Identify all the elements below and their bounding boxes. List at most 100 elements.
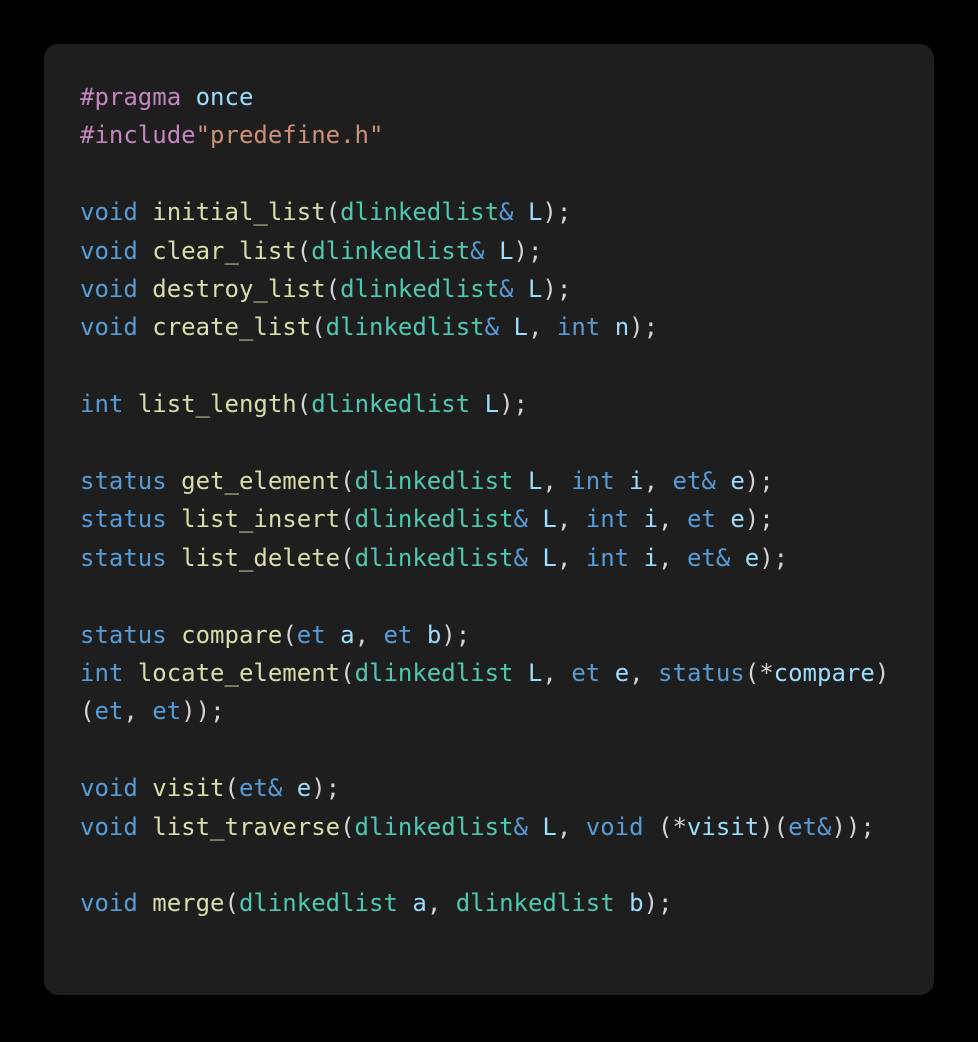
code-token-punct: ); <box>744 505 774 534</box>
code-token-type: dlinkedlist <box>354 659 514 688</box>
code-token-keyword: void <box>80 313 138 342</box>
code-token-var: b <box>426 620 442 649</box>
code-token-punct: , <box>643 467 673 496</box>
code-token-var: e <box>744 543 760 572</box>
code-line: #pragma once <box>80 78 898 116</box>
code-token-punct: ( <box>325 198 341 227</box>
code-line: void create_list(dlinkedlist& L, int n); <box>80 308 898 346</box>
code-token-punct: , <box>658 505 687 534</box>
code-token-punct: , <box>658 543 687 572</box>
code-token-punct: ); <box>499 390 528 419</box>
code-line: status list_delete(dlinkedlist& L, int i… <box>80 539 898 577</box>
code-token-func: locate_element <box>137 659 341 688</box>
code-token-var: b <box>629 889 644 918</box>
code-token-punct: ( <box>340 505 355 534</box>
code-token-func: visit <box>152 774 225 803</box>
code-token-punct: ( <box>296 236 312 265</box>
code-line: void visit(et& e); <box>80 769 898 807</box>
code-token-var: e <box>614 659 630 688</box>
code-token-keyword: void <box>585 812 644 841</box>
code-token-keyword: et <box>383 620 413 649</box>
code-token-var: visit <box>686 812 760 841</box>
code-token-preproc: #pragma <box>80 83 182 111</box>
code-snippet-card: #pragma once #include"predefine.h" void … <box>44 44 934 995</box>
code-token-keyword: status <box>80 467 167 496</box>
code-line: int list_length(dlinkedlist L); <box>80 385 898 423</box>
code-token-keyword: et <box>94 697 124 726</box>
code-token-punct: )( <box>759 812 789 841</box>
code-token-punct: , <box>542 467 572 496</box>
code-token-keyword: & <box>513 505 543 534</box>
code-line: void list_traverse(dlinkedlist& L, void … <box>80 808 898 846</box>
code-token-punct: )); <box>831 812 875 841</box>
code-token-var: e <box>296 774 312 803</box>
code-token-var: e <box>730 467 745 496</box>
code-token-func: clear_list <box>152 236 297 265</box>
code-token-type: dlinkedlist <box>325 313 485 342</box>
code-token-var: L <box>527 198 543 227</box>
code-token-func: list_length <box>137 390 297 419</box>
code-token-keyword: et <box>571 659 601 688</box>
code-token-keyword: & <box>499 198 528 227</box>
code-block[interactable]: #pragma once #include"predefine.h" void … <box>80 78 898 923</box>
code-token-keyword: et <box>296 620 326 649</box>
code-token-keyword: status <box>80 620 167 649</box>
code-token-var: L <box>527 275 543 304</box>
code-token-func: compare <box>181 620 283 649</box>
code-line: status get_element(dlinkedlist L, int i,… <box>80 462 898 500</box>
code-token-func: merge <box>152 889 225 918</box>
code-token-keyword: void <box>80 812 138 841</box>
code-line: status list_insert(dlinkedlist& L, int i… <box>80 500 898 538</box>
code-token-var: i <box>643 505 659 534</box>
code-line: void initial_list(dlinkedlist& L); <box>80 193 898 231</box>
code-token-keyword: et& <box>686 543 731 572</box>
code-token-func: list_insert <box>181 505 341 534</box>
code-token-punct: ); <box>629 313 659 342</box>
code-token-var: L <box>499 236 514 265</box>
code-line: status compare(et a, et b); <box>80 616 898 654</box>
code-token-punct: , <box>556 543 586 572</box>
code-token-keyword: et& <box>238 774 283 803</box>
code-token-punct: ( <box>296 390 312 419</box>
code-token-keyword: & <box>470 236 500 265</box>
code-token-punct: ); <box>759 543 789 572</box>
code-token-punct: , <box>556 812 586 841</box>
code-token-keyword: int <box>585 543 630 572</box>
code-token-punct: ( <box>340 467 355 496</box>
code-token-punct: , <box>542 659 572 688</box>
code-token-punct: (* <box>643 812 687 841</box>
code-token-punct: ( <box>340 812 355 841</box>
code-token-keyword: & <box>513 543 543 572</box>
code-token-func: initial_list <box>152 198 326 227</box>
code-token-keyword: et <box>152 697 182 726</box>
code-token-func: list_delete <box>181 543 341 572</box>
code-token-keyword: & <box>513 812 543 841</box>
code-token-punct: , <box>426 889 456 918</box>
code-line: #include"predefine.h" <box>80 116 898 154</box>
code-token-keyword: void <box>80 889 138 918</box>
code-token-var: L <box>513 313 528 342</box>
code-token-type: dlinkedlist <box>354 543 514 572</box>
